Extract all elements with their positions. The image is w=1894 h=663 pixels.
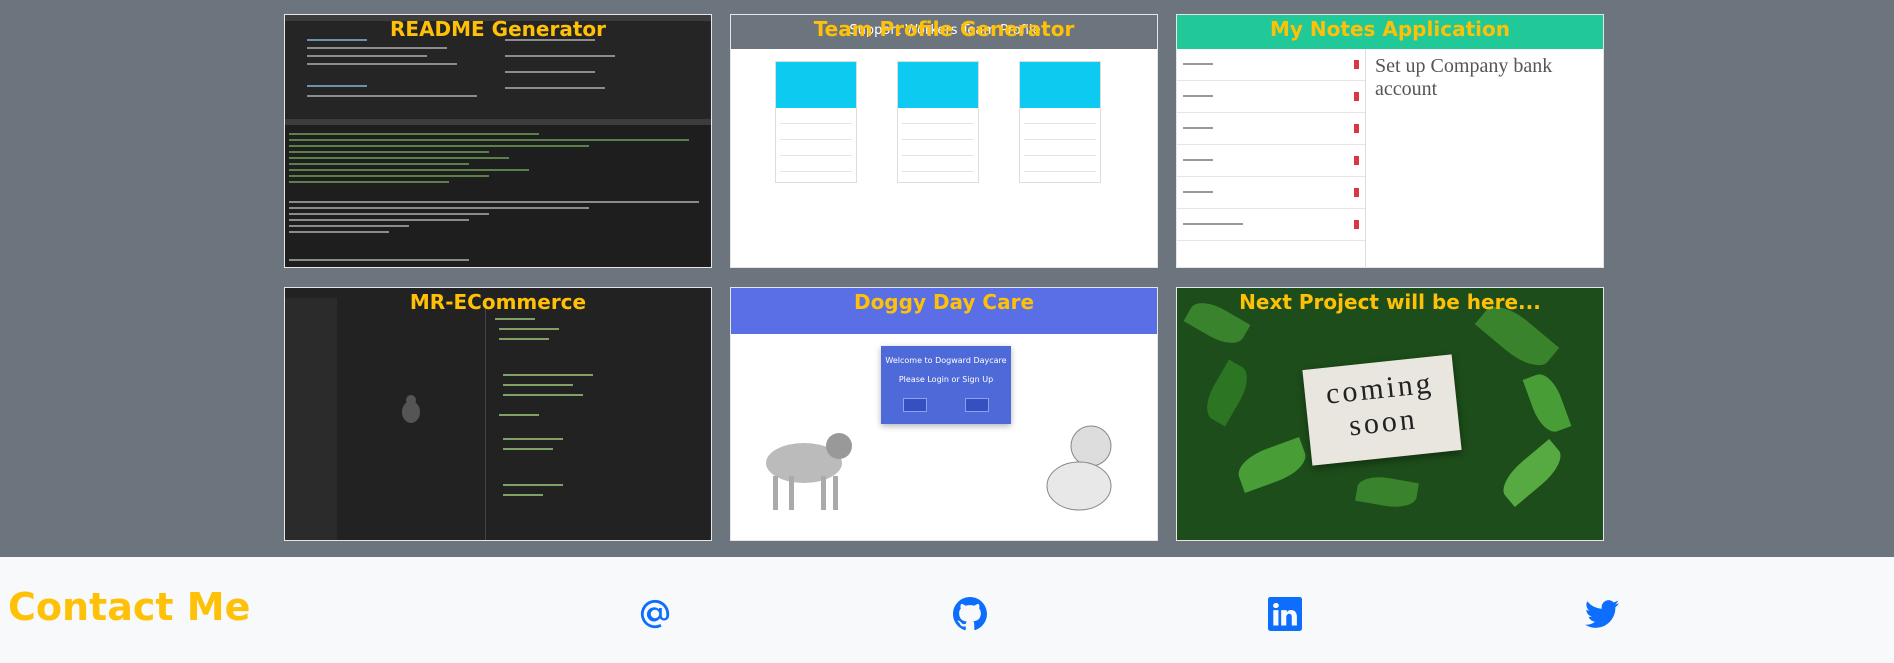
modal-title: Welcome to Dogward Daycare <box>885 356 1007 365</box>
coming-soon-sign: coming soon <box>1302 354 1462 466</box>
project-title: Next Project will be here... <box>1239 290 1541 314</box>
bug-icon <box>402 395 420 423</box>
projects-grid: README Generator Support Workers Team Pr… <box>284 14 1604 541</box>
project-screenshot <box>285 288 711 540</box>
project-card-doggy-day-care[interactable]: Welcome to Dogward Daycare Please Login … <box>730 287 1158 541</box>
project-title: README Generator <box>390 17 606 41</box>
github-icon[interactable] <box>953 597 987 631</box>
project-title: Doggy Day Care <box>853 290 1035 314</box>
project-screenshot: Set up Company bank account <box>1177 15 1603 267</box>
beagle-drawing <box>766 433 852 510</box>
project-title: My Notes Application <box>1270 17 1510 41</box>
project-card-mr-ecommerce[interactable]: MR-ECommerce <box>284 287 712 541</box>
project-card-readme[interactable]: README Generator <box>284 14 712 268</box>
project-screenshot: coming soon <box>1177 288 1603 540</box>
modal-subtitle: Please Login or Sign Up <box>898 375 994 384</box>
twitter-icon[interactable] <box>1585 597 1619 631</box>
project-title: Team Profile Generator <box>813 17 1075 41</box>
screenshot-heading: Set up Company bank account <box>1375 55 1553 100</box>
project-card-notes[interactable]: Set up Company bank account My Notes App… <box>1176 14 1604 268</box>
project-title: MR-ECommerce <box>409 290 587 314</box>
project-card-next-project[interactable]: coming soon Next Project will be here... <box>1176 287 1604 541</box>
linkedin-icon[interactable] <box>1268 597 1302 631</box>
project-screenshot: Support Workers Team Profile <box>731 15 1157 267</box>
contact-footer: Contact Me <box>0 557 1894 663</box>
welcome-modal: Welcome to Dogward Daycare Please Login … <box>881 346 1011 424</box>
project-screenshot: Welcome to Dogward Daycare Please Login … <box>731 288 1157 540</box>
email-icon[interactable] <box>638 597 672 631</box>
project-screenshot <box>285 15 711 267</box>
puppy-drawing <box>1046 425 1112 511</box>
contact-heading: Contact Me <box>8 585 251 629</box>
project-card-team-profile[interactable]: Support Workers Team Profile Team Profil… <box>730 14 1158 268</box>
